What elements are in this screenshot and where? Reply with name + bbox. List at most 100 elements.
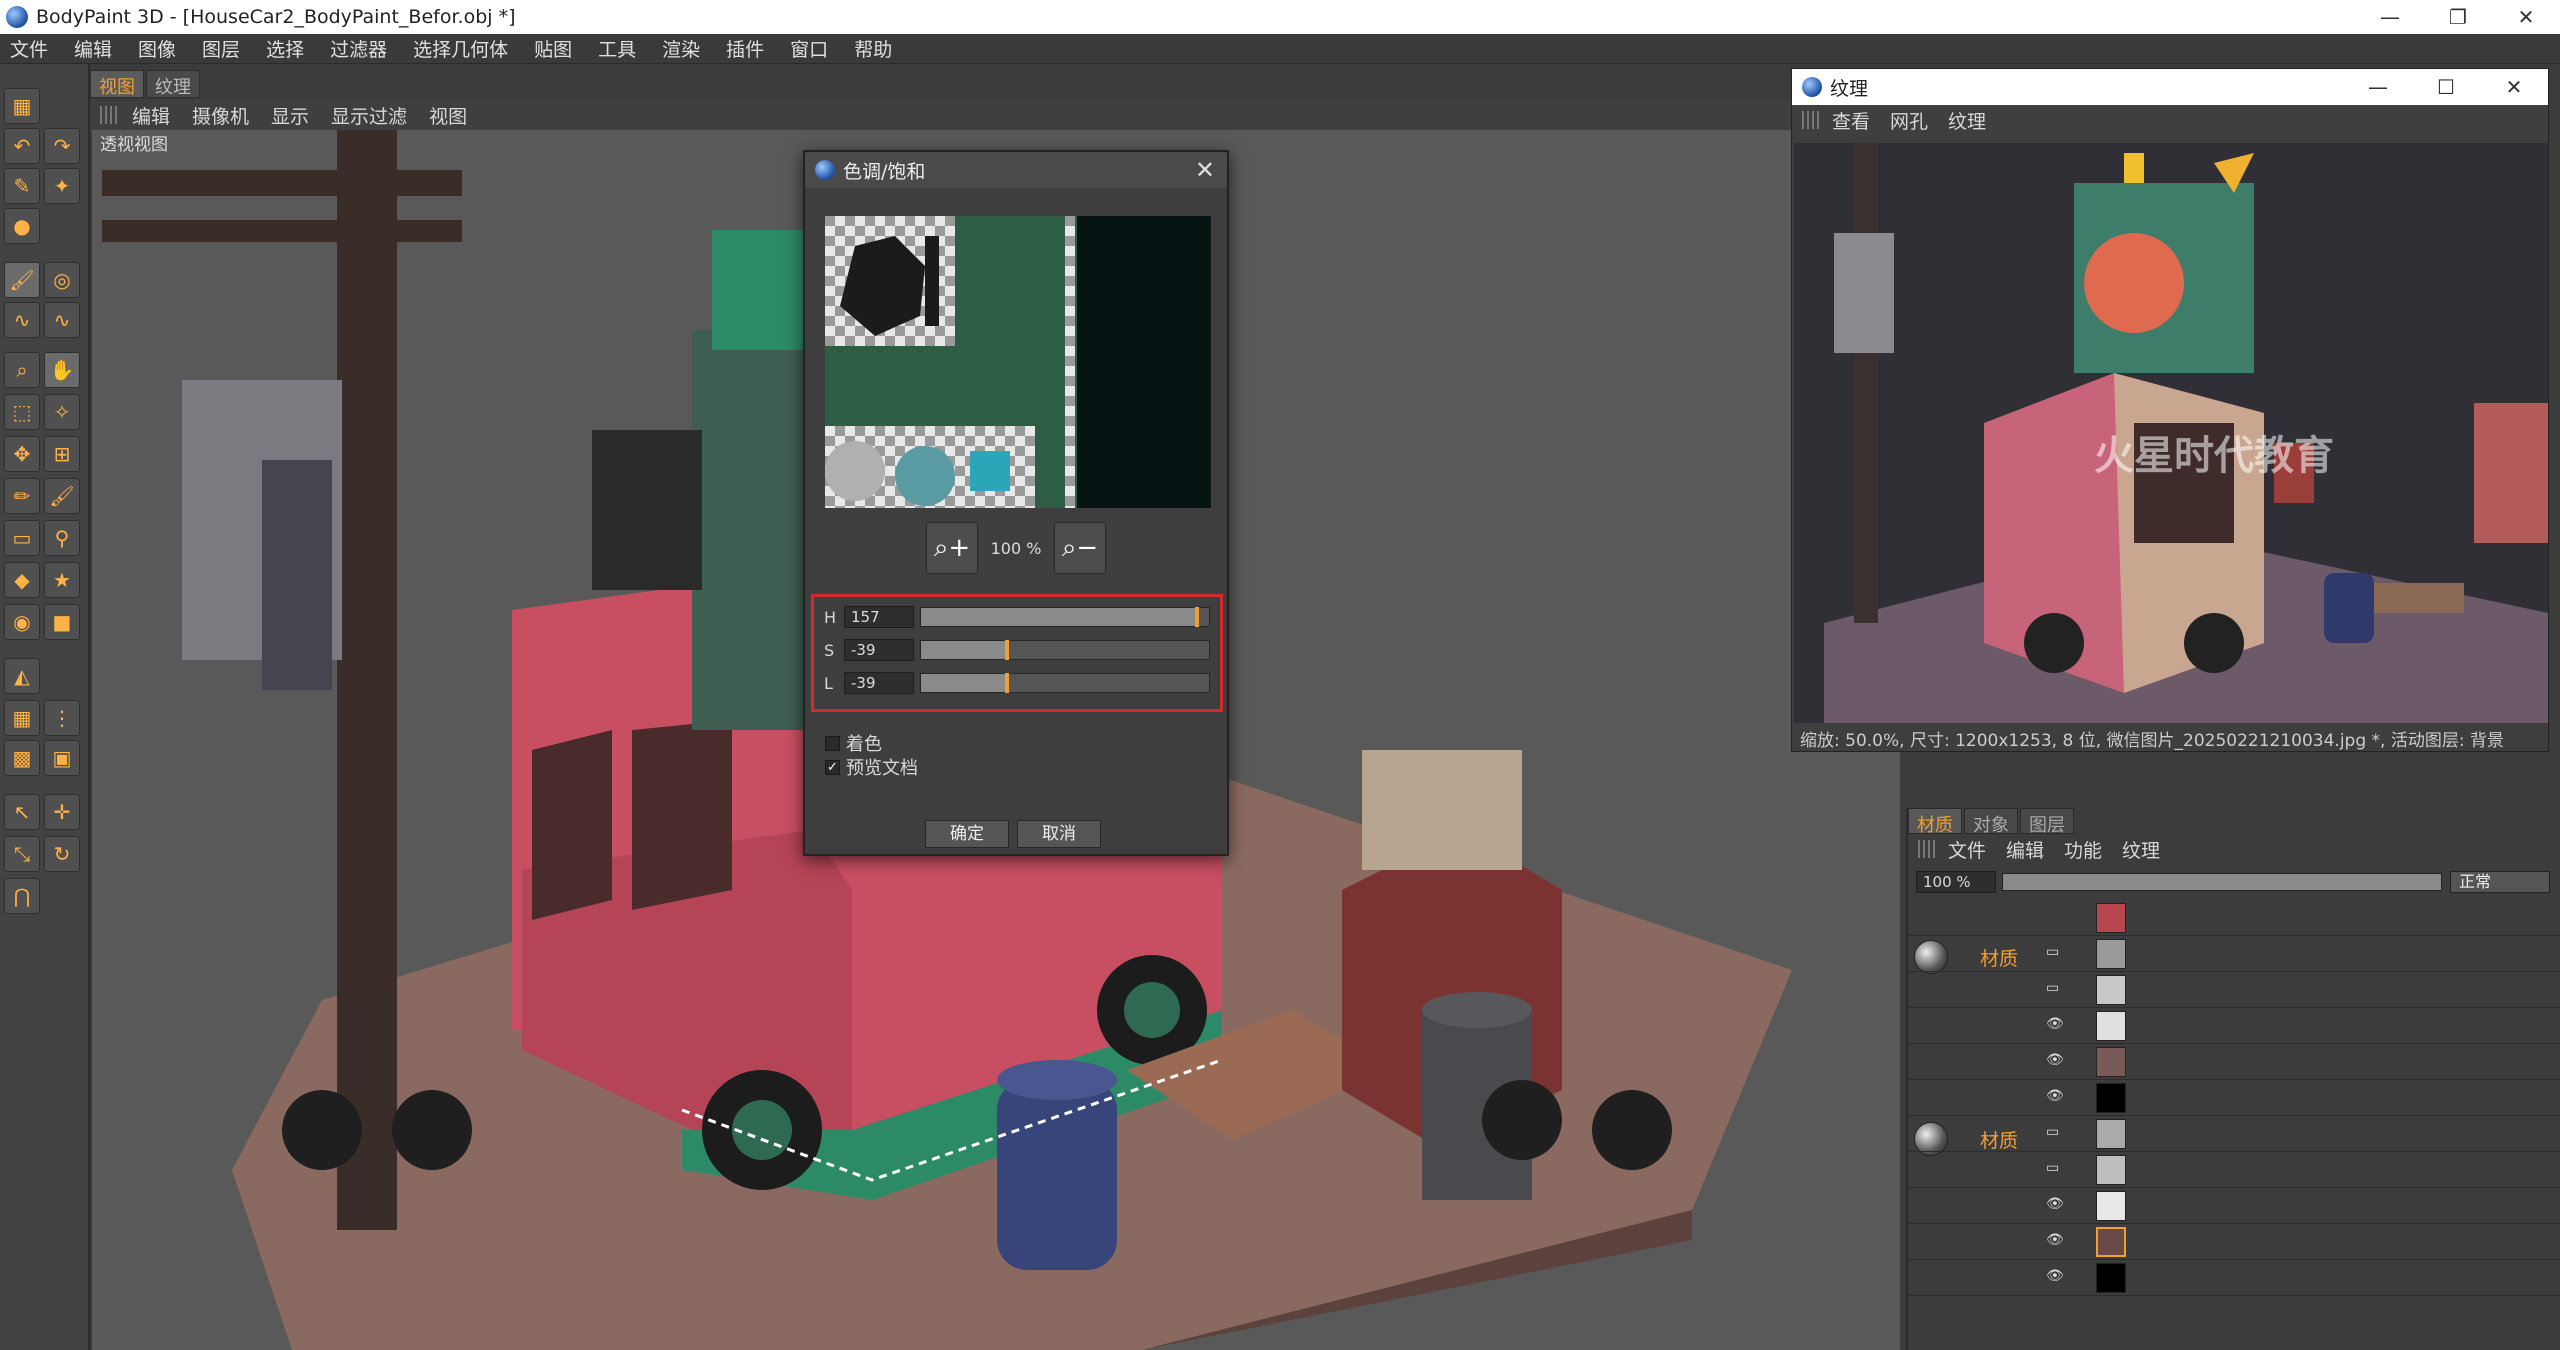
dialog-title-bar[interactable]: 色调/饱和 [805,152,1227,188]
eye-icon[interactable]: 👁 [2046,1088,2068,1104]
zoom-in-button[interactable]: ⌕+ [926,522,978,574]
eye-icon[interactable]: ▭ [2046,980,2068,996]
close-button[interactable]: ✕ [2492,0,2560,34]
tab-layers[interactable]: 图层 [2020,808,2074,836]
transform-icon[interactable]: ⊞ [44,436,80,472]
eyedropper-icon[interactable]: ⚲ [44,520,80,556]
ok-button[interactable]: 确定 [925,820,1009,848]
move-icon[interactable]: ✥ [4,436,40,472]
menu-tools[interactable]: 工具 [598,35,636,62]
maximize-button[interactable]: ❐ [2424,0,2492,34]
mat-menu-texture[interactable]: 纹理 [2122,836,2160,863]
menu-plugins[interactable]: 插件 [726,35,764,62]
menu-texture[interactable]: 贴图 [534,35,572,62]
star-icon[interactable]: ★ [44,562,80,598]
eye-icon[interactable]: ▭ [2046,1160,2068,1176]
preview-checkbox[interactable]: ✓ [825,759,840,775]
dialog-close-button[interactable]: ✕ [1195,156,1215,184]
grid-select-icon[interactable]: ⋮ [44,700,80,736]
lightness-input[interactable]: -39 [844,672,914,694]
saturation-input[interactable]: -39 [844,639,914,661]
minimize-button[interactable]: — [2356,0,2424,34]
hand-icon[interactable]: ✋ [44,352,80,388]
opacity-input[interactable]: 100 % [1916,871,1996,893]
opacity-slider[interactable] [2002,873,2442,891]
lasso-icon[interactable]: ✧ [44,394,80,430]
layer-row[interactable]: ▭ [1908,972,2560,1008]
menu-edit[interactable]: 编辑 [74,35,112,62]
eye-icon[interactable]: ▭ [2046,944,2068,960]
preview-option[interactable]: ✓ 预览文档 [825,754,918,780]
brush-icon[interactable]: 🖌 [44,478,80,514]
eye-icon[interactable]: ▭ [2046,1124,2068,1140]
move-axis-icon[interactable]: ✛ [44,794,80,830]
projection-icon[interactable]: ◎ [44,262,80,298]
texture-maximize-button[interactable]: ☐ [2412,69,2480,105]
pencil-icon[interactable]: ✏ [4,478,40,514]
vp-menu-view[interactable]: 视图 [429,102,467,129]
rotate-icon[interactable]: ↻ [44,836,80,872]
lightness-slider[interactable] [920,673,1210,693]
tab-texture[interactable]: 纹理 [146,70,200,98]
mat-menu-function[interactable]: 功能 [2064,836,2102,863]
tab-materials[interactable]: 材质 [1908,808,1962,836]
hue-slider-thumb[interactable] [1195,607,1199,627]
layer-row[interactable]: 👁 [1908,1224,2560,1260]
layer-row[interactable]: ▭ [1908,1116,2560,1152]
tex-menu-view[interactable]: 查看 [1832,107,1870,134]
color-swatch-icon[interactable]: ■ [44,604,80,640]
mat-menu-edit[interactable]: 编辑 [2006,836,2044,863]
menu-help[interactable]: 帮助 [854,35,892,62]
colorize-checkbox[interactable] [825,735,840,751]
hue-input[interactable]: 157 [844,606,914,628]
layout-icon[interactable]: ▦ [4,88,40,124]
eye-icon[interactable]: 👁 [2046,1232,2068,1248]
texture-minimize-button[interactable]: — [2344,69,2412,105]
redo-icon[interactable]: ↷ [44,128,80,164]
brush-3d-icon[interactable]: 🖌 [4,262,40,298]
vp-menu-edit[interactable]: 编辑 [132,102,170,129]
layer-row[interactable]: 👁 [1908,1008,2560,1044]
preview-image[interactable] [825,216,1211,508]
menu-layer[interactable]: 图层 [202,35,240,62]
tab-view[interactable]: 视图 [90,70,144,98]
layer-row[interactable] [1908,900,2560,936]
menu-file[interactable]: 文件 [10,35,48,62]
checker-icon[interactable]: ▩ [4,740,40,776]
fill-icon[interactable]: ◆ [4,562,40,598]
menu-image[interactable]: 图像 [138,35,176,62]
vp-menu-camera[interactable]: 摄像机 [192,102,249,129]
grid-icon[interactable]: ▦ [4,700,40,736]
saturation-slider[interactable] [920,640,1210,660]
render-icon[interactable]: ● [4,208,40,244]
magnifier-icon[interactable]: ⌕ [4,352,40,388]
eye-icon[interactable]: 👁 [2046,1268,2068,1284]
eye-icon[interactable]: 👁 [2046,1196,2068,1212]
hue-slider[interactable] [920,607,1210,627]
wand-icon[interactable]: ✦ [44,168,80,204]
menu-filter[interactable]: 过滤器 [330,35,387,62]
eye-icon[interactable]: 👁 [2046,1016,2068,1032]
layer-row[interactable]: 👁 [1908,1080,2560,1116]
scale-icon[interactable]: ⤡ [4,836,40,872]
tex-menu-mesh[interactable]: 网孔 [1890,107,1928,134]
mat-menu-file[interactable]: 文件 [1948,836,1986,863]
tex-menu-texture[interactable]: 纹理 [1948,107,1986,134]
menu-window[interactable]: 窗口 [790,35,828,62]
texture-canvas[interactable]: 火星时代教育 [1794,143,2548,723]
menu-render[interactable]: 渲染 [662,35,700,62]
vp-menu-filter[interactable]: 显示过滤 [331,102,407,129]
lightness-slider-thumb[interactable] [1005,673,1009,693]
layer-row[interactable]: 👁 [1908,1188,2560,1224]
layer-row[interactable]: ▭ [1908,1152,2560,1188]
uv-icon[interactable]: ∿ [4,302,40,338]
triangle-icon[interactable]: ◭ [4,658,40,694]
menu-select[interactable]: 选择 [266,35,304,62]
paint-setup-icon[interactable]: ✎ [4,168,40,204]
eraser-icon[interactable]: ▭ [4,520,40,556]
layer-row[interactable]: 👁 [1908,1260,2560,1296]
undo-icon[interactable]: ↶ [4,128,40,164]
texture-close-button[interactable]: ✕ [2480,69,2548,105]
checker2-icon[interactable]: ▣ [44,740,80,776]
zoom-out-button[interactable]: ⌕− [1054,522,1106,574]
